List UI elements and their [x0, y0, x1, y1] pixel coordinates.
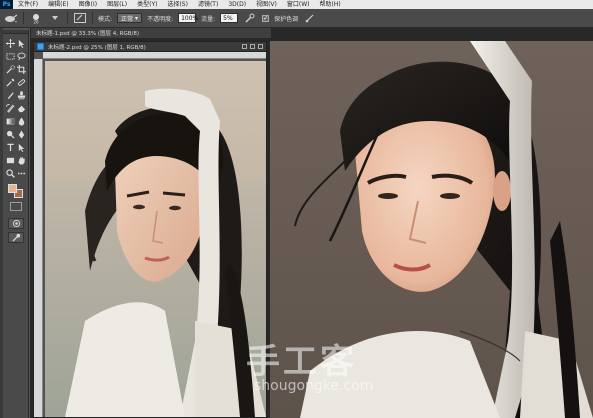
history-brush-tool-icon[interactable]	[5, 103, 16, 114]
edit-in-quick-mask-icon[interactable]	[8, 232, 24, 243]
close-icon[interactable]	[258, 44, 263, 49]
document-icon	[37, 43, 44, 50]
brush-panel-toggle-icon[interactable]	[73, 12, 87, 24]
minimize-icon[interactable]	[242, 44, 247, 49]
protect-tones-label: 保护色调	[274, 15, 299, 23]
foreground-color-swatch[interactable]	[8, 184, 17, 193]
brush-size-value: 26	[33, 20, 39, 25]
crop-tool-icon[interactable]	[16, 64, 27, 75]
menu-file[interactable]: 文件(F)	[13, 0, 43, 9]
options-bar: 26 模式: 正常 ▾ 不透明度: 100% 流量: 5% ✓ 保护色调	[0, 9, 593, 28]
reference-photo	[45, 61, 266, 417]
reference-photo-image	[45, 61, 266, 417]
opacity-input[interactable]: 100%	[178, 13, 198, 23]
menu-type[interactable]: 类型(Y)	[132, 0, 162, 9]
brush-preset-picker[interactable]: 26	[29, 12, 43, 24]
photoshop-logo: Ps	[0, 0, 13, 9]
menu-help[interactable]: 帮助(H)	[315, 0, 346, 9]
menu-image[interactable]: 图像(I)	[74, 0, 102, 9]
airbrush-icon[interactable]	[243, 12, 257, 24]
menu-view[interactable]: 视图(V)	[251, 0, 282, 9]
document-window: 未标题-2.psd @ 25% (图层 1, RGB/8)	[33, 41, 267, 418]
eyedropper-tool-icon[interactable]	[5, 77, 16, 88]
mode-value: 正常	[121, 15, 134, 23]
painting-image	[270, 41, 593, 418]
mode-label: 模式:	[98, 15, 113, 23]
opacity-label: 不透明度:	[147, 15, 174, 23]
clone-stamp-tool-icon[interactable]	[16, 90, 27, 101]
rectangle-tool-icon[interactable]	[5, 155, 16, 166]
tools-panel-grip[interactable]	[3, 30, 28, 34]
quick-select-tool-icon[interactable]	[5, 64, 16, 75]
menu-filter[interactable]: 滤镜(T)	[193, 0, 223, 9]
path-selection-tool-icon[interactable]	[16, 142, 27, 153]
eraser-tool-icon[interactable]	[16, 103, 27, 114]
menu-3d[interactable]: 3D(D)	[223, 0, 251, 9]
horizontal-ruler[interactable]	[43, 52, 266, 59]
tools-panel	[3, 30, 29, 418]
menu-edit[interactable]: 编辑(E)	[43, 0, 73, 9]
flow-label: 流量:	[201, 15, 216, 23]
smudge-tool-preset-icon[interactable]	[4, 12, 18, 24]
blur-tool-icon[interactable]	[16, 116, 27, 127]
divider	[23, 12, 24, 24]
menu-layer[interactable]: 图层(L)	[102, 0, 132, 9]
vertical-ruler[interactable]	[34, 59, 43, 417]
painting-canvas[interactable]	[270, 41, 593, 418]
menu-bar: Ps 文件(F) 编辑(E) 图像(I) 图层(L) 类型(Y) 选择(S) 滤…	[0, 0, 593, 9]
dodge-tool-icon[interactable]	[5, 129, 16, 140]
gradient-tool-icon[interactable]	[5, 116, 16, 127]
hand-tool-icon[interactable]	[16, 155, 27, 166]
tab-document-1-title: 未标题-1.psd @ 33.3% (图层 4, RGB/8)	[36, 31, 140, 37]
chevron-down-icon[interactable]	[48, 12, 62, 24]
chevron-down-icon: ▾	[135, 14, 139, 22]
move-tool-icon[interactable]	[5, 38, 16, 49]
marquee-tool-icon[interactable]	[5, 51, 16, 62]
pen-tool-icon[interactable]	[16, 129, 27, 140]
document-title: 未标题-2.psd @ 25% (图层 1, RGB/8)	[48, 44, 146, 51]
protect-tones-checkbox[interactable]: ✓	[262, 14, 270, 22]
brush-tool-icon[interactable]	[5, 90, 16, 101]
menu-window[interactable]: 窗口(W)	[282, 0, 315, 9]
maximize-icon[interactable]	[250, 44, 255, 49]
document-titlebar[interactable]: 未标题-2.psd @ 25% (图层 1, RGB/8)	[34, 42, 266, 52]
flow-input[interactable]: 5%	[220, 13, 239, 23]
window-controls	[242, 44, 263, 49]
more-tools-icon[interactable]	[16, 168, 27, 179]
type-tool-icon[interactable]	[5, 142, 16, 153]
zoom-tool-icon[interactable]	[5, 168, 16, 179]
mode-select[interactable]: 正常 ▾	[117, 13, 143, 23]
tab-document-1[interactable]: 未标题-1.psd @ 33.3% (图层 4, RGB/8)	[31, 28, 271, 38]
divider	[92, 12, 93, 24]
quick-mask-icon[interactable]	[10, 202, 22, 211]
healing-brush-tool-icon[interactable]	[16, 77, 27, 88]
pressure-size-icon[interactable]	[303, 12, 317, 24]
menu-select[interactable]: 选择(S)	[162, 0, 193, 9]
screen-mode-icon[interactable]	[8, 218, 24, 229]
pointer-icon[interactable]	[16, 38, 27, 49]
divider	[67, 12, 68, 24]
lasso-tool-icon[interactable]	[16, 51, 27, 62]
